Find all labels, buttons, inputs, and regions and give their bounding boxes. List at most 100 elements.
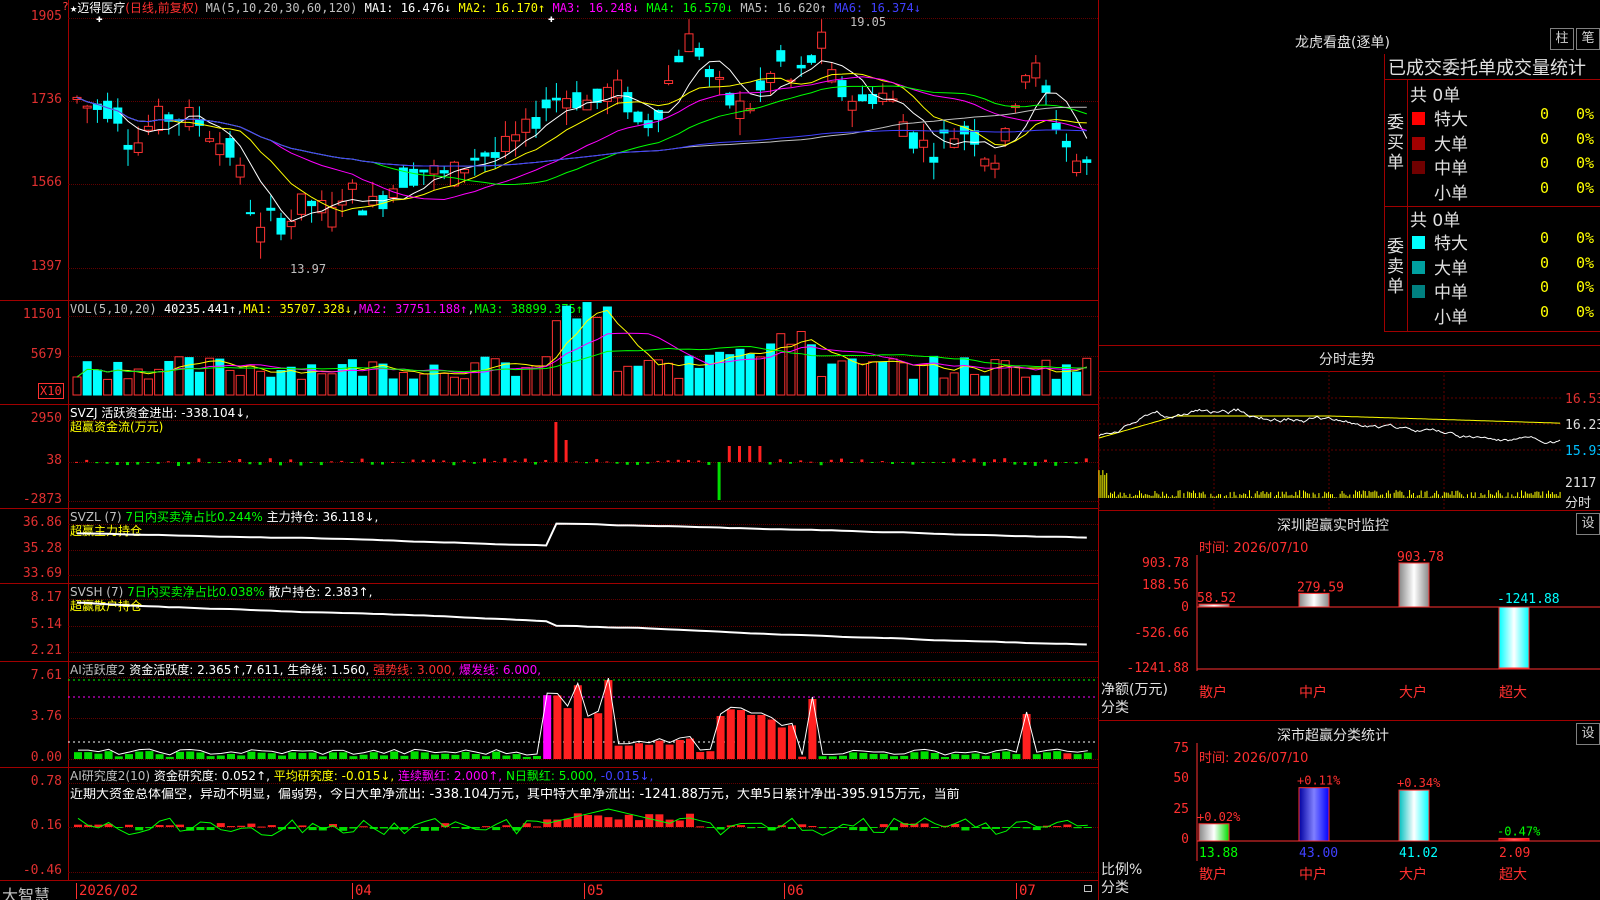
intraday-avg-line — [1098, 415, 1561, 439]
flow-bar — [982, 462, 986, 466]
monitor-axis-label: -1241.88 — [1126, 661, 1189, 676]
candle-body — [817, 31, 827, 49]
activity-bar — [369, 752, 378, 759]
lock-icon[interactable] — [1084, 885, 1092, 892]
flow-bar — [829, 459, 833, 462]
volume-bar — [388, 378, 398, 396]
research-bar — [981, 827, 990, 829]
activity-bar — [594, 713, 603, 759]
volume-bar — [541, 356, 551, 396]
volume-bar — [888, 358, 898, 396]
activity-bar — [308, 752, 317, 759]
volume-bar — [317, 373, 327, 396]
svzl-pane[interactable]: 36.86 35.28 33.69 SVZL (7) 7日内买卖净占比0.244… — [0, 508, 1098, 584]
activity-bar — [747, 714, 756, 759]
fund-flow-chart — [75, 422, 1088, 500]
flow-bar — [605, 461, 609, 463]
candle-body — [929, 156, 939, 163]
flow-bar — [534, 462, 537, 465]
tick-view-button[interactable]: 笔 — [1576, 28, 1600, 50]
volume-bar — [643, 359, 653, 396]
research-bar — [737, 825, 745, 827]
svzj-pane[interactable]: 2950 38 -2873 SVZJ 活跃资金进出: -338.104↓, 超赢… — [0, 404, 1098, 509]
activity-bar — [992, 752, 1000, 759]
volume-bar — [857, 363, 867, 396]
activity-bar — [176, 751, 184, 759]
candle-body — [919, 139, 929, 148]
research-bar — [339, 827, 348, 831]
flow-bar — [972, 458, 976, 462]
volume-bar — [633, 365, 643, 396]
activity-bar — [757, 715, 766, 759]
activity-bar — [339, 752, 348, 759]
candle-body — [347, 182, 357, 190]
order-count: 0 — [1540, 178, 1550, 197]
research-bar — [645, 814, 654, 827]
monitor-chart: 903.78 188.56 0 -526.66 -1241.88 58.52 散户 279.5… — [1126, 550, 1600, 701]
volume-bar — [327, 373, 337, 396]
flow-bar — [156, 462, 160, 464]
candle-body — [103, 100, 113, 119]
flow-bar — [819, 462, 823, 466]
candle-body — [980, 158, 990, 167]
candle-body — [582, 99, 592, 111]
activity-bar — [1083, 752, 1092, 759]
research-bar — [533, 826, 541, 828]
flow-bar — [891, 462, 894, 464]
activity-bar — [482, 756, 490, 759]
activity-bar — [665, 744, 674, 759]
price-pane[interactable]: 1905 1736 1566 1397 ? ★迈得医疗(日线,前复权) MA(5… — [0, 0, 1098, 300]
flow-bar — [105, 462, 109, 464]
flow-bar — [1064, 462, 1068, 463]
activity-bar — [726, 709, 735, 759]
svsh-pane[interactable]: 8.17 5.14 2.21 SVSH (7) 7日内买卖净占比0.038% 散… — [0, 583, 1098, 662]
research-bar — [420, 827, 429, 831]
intraday-chart — [1098, 371, 1562, 511]
monitor-value-label: 279.59 — [1297, 580, 1344, 595]
monitor-value-label: 58.52 — [1197, 591, 1236, 606]
activity-bar — [318, 756, 327, 759]
flow-bar — [95, 462, 99, 464]
volume-bar — [205, 357, 215, 396]
volume-bar — [245, 365, 255, 396]
sell-total: 共 0单 — [1410, 211, 1461, 231]
intraday-panel[interactable]: 分时走势 16.53 16.23 15.93 2117 分时 — [1098, 345, 1600, 511]
research-bar — [757, 827, 766, 828]
activity-bar — [828, 756, 837, 759]
research-bar — [1053, 826, 1062, 828]
candle-body — [1061, 140, 1071, 148]
ai-research-pane[interactable]: 0.78 0.16 -0.46 AI研究度2(10) 资金研究度: 0.052↑… — [0, 767, 1098, 881]
volume-bar — [480, 356, 490, 396]
order-size-swatch — [1412, 260, 1425, 274]
activity-bar — [737, 710, 745, 759]
class-chart: 75 50 25 0 +0.02% 13.88 散户 +0.11% 43.00 中户 +0.34% 4… — [1173, 741, 1600, 883]
candle-body — [82, 105, 92, 109]
class-axis-label: 25 — [1173, 802, 1189, 817]
volume-bar — [82, 361, 92, 396]
activity-bar — [125, 754, 133, 759]
candle-body — [439, 170, 449, 174]
sz-monitor-panel[interactable]: 深圳超赢实时监控 设 时间: 2026/07/10 净额(万元) 分类 903.… — [1099, 510, 1600, 720]
research-bar — [1032, 827, 1041, 831]
class-change-label: +0.11% — [1297, 774, 1341, 788]
activity-bar — [951, 754, 960, 759]
activity-bar — [298, 753, 307, 759]
order-count: 0 — [1540, 302, 1550, 321]
volume-pane[interactable]: 11501 5679 X10 VOL(5,10,20) 40235.441↑,M… — [0, 300, 1098, 405]
monitor-category: 中户 — [1299, 684, 1327, 701]
candle-body — [266, 207, 276, 211]
flow-bar — [707, 462, 711, 465]
ai-activity-pane[interactable]: 7.61 3.76 0.00 AI活跃度2 资金活跃度: 2.365↑,7.61… — [0, 661, 1098, 768]
order-percent: 0% — [1576, 178, 1595, 197]
volume-bar — [1072, 371, 1082, 396]
activity-bar — [910, 752, 919, 759]
flow-bar — [574, 461, 578, 463]
candle-body — [1021, 75, 1031, 83]
volume-bar — [266, 376, 276, 396]
bar-view-button[interactable]: 柱 — [1550, 28, 1574, 50]
candle-body — [847, 100, 857, 111]
sz-class-panel[interactable]: 深市超赢分类统计 设 时间: 2026/07/10 比例% 分类 75 50 25 0… — [1099, 720, 1600, 900]
volume-bar — [837, 360, 847, 396]
candle-body — [480, 152, 490, 157]
volume-bar — [398, 372, 408, 396]
